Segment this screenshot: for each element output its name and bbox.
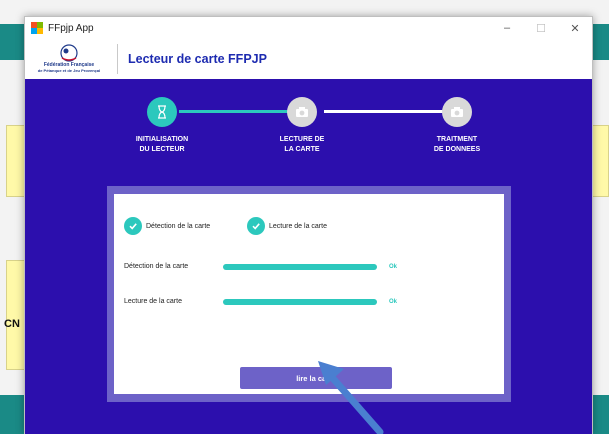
step-3-circle [442,97,472,127]
maximize-button[interactable]: ☐ [524,17,558,39]
camera-icon [451,107,463,117]
progress-detection-bar [223,264,377,270]
background-cn-label: CN [4,318,20,330]
check-lecture-label: Lecture de la carte [269,222,327,230]
hourglass-icon [158,105,166,119]
step-2-label: LECTURE DE LA CARTE [279,136,325,153]
window-controls: – ☐ ✕ [490,17,592,39]
check-detection: Détection de la carte [124,217,210,235]
checkmark-icon [247,217,265,235]
minimize-button[interactable]: – [490,17,524,39]
window-title: FFpjp App [48,22,94,34]
ffpjp-logo-mark [60,44,78,62]
progress-detection-status: Ok [389,264,398,270]
app-icon [31,22,43,34]
progress-lecture-status: Ok [389,299,398,305]
step-connector-2 [324,110,446,113]
check-lecture: Lecture de la carte [247,217,327,235]
reader-panel-frame: Détection de la carte Lecture de la cart… [107,186,511,402]
app-window: FFpjp App – ☐ ✕ Fédération Française de … [24,16,593,434]
progress-detection-label: Détection de la carte [124,263,189,270]
close-button[interactable]: ✕ [558,17,592,39]
checkmark-icon [124,217,142,235]
page-title: Lecteur de carte FFPJP [128,52,267,66]
main-area: INITIALISATION DU LECTEUR LECTURE DE LA … [25,79,592,434]
progress-lecture-fill [223,299,377,305]
header-divider [117,44,118,74]
progress-lecture-label: Lecture de la carte [124,298,182,305]
logo-text: Fédération Française de Pétanque et de J… [37,62,101,74]
step-connector-1 [179,110,296,113]
progress-lecture-bar [223,299,377,305]
reader-panel: Détection de la carte Lecture de la cart… [114,194,504,394]
step-3-label: TRAITMENT DE DONNEES [433,136,481,153]
ffpjp-logo: Fédération Française de Pétanque et de J… [29,42,109,76]
camera-icon [296,107,308,117]
progress-detection-fill [223,264,377,270]
check-detection-label: Détection de la carte [146,222,211,230]
app-header: Fédération Française de Pétanque et de J… [25,39,592,79]
step-1-circle [147,97,177,127]
title-bar[interactable]: FFpjp App – ☐ ✕ [25,17,592,39]
step-1-label: INITIALISATION DU LECTEUR [135,136,189,153]
step-2-circle [287,97,317,127]
pointer-arrow-annotation [318,361,384,434]
